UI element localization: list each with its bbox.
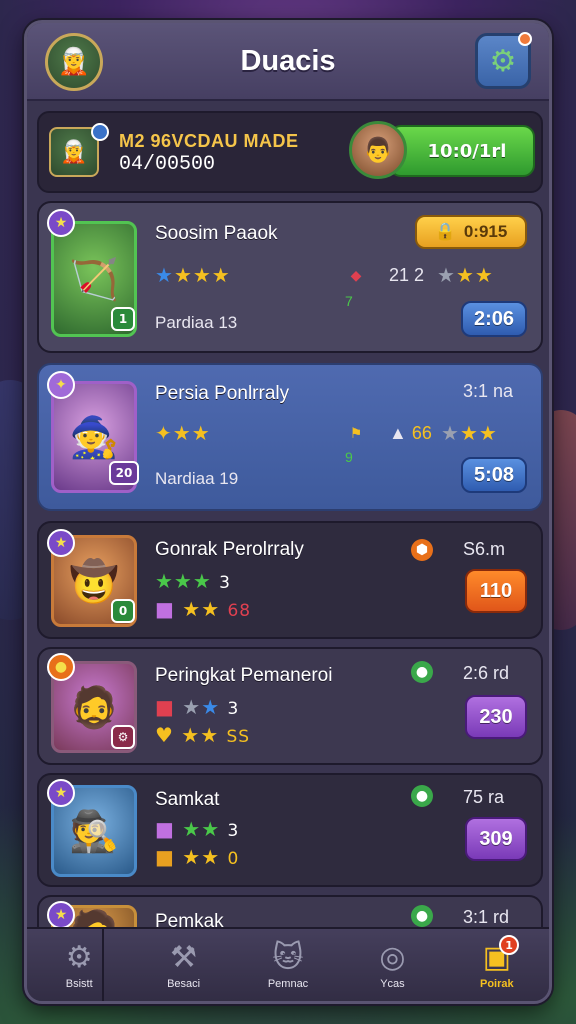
nav-label: Bsistt [65, 978, 93, 990]
character-name: Peringkat Pemaneroi [155, 665, 333, 686]
side-digit: 9 [345, 449, 353, 465]
progress-label: 10:0/1rl [427, 140, 507, 162]
avatar-icon: 🧝 [60, 139, 88, 165]
page-title: Duacis [240, 44, 336, 77]
loot-stats: ♥ ★★ SS [155, 723, 251, 747]
player-name: M2 96VCDAU MADE [119, 131, 299, 151]
reward-badge[interactable]: 🔒 0:915 [415, 215, 527, 249]
side-digit: 7 [345, 293, 353, 309]
notification-badge: 1 [499, 935, 520, 955]
score-label: 110 [479, 579, 513, 602]
knight-icon: 🤠 [69, 558, 119, 605]
player-level-badge [91, 123, 109, 141]
rank-time: 3:1 rd [463, 907, 510, 927]
character-name: Persia Ponlrraly [155, 383, 290, 404]
rank-meta: 21 2 [389, 265, 425, 285]
rogue-icon: 🕵 [69, 808, 119, 855]
rank-time: 2:6 rd [463, 663, 510, 683]
loot-stats: ■ ★★ 68 [155, 597, 252, 621]
circle-icon: ◎ [379, 940, 406, 975]
leaderboard-panel: 🧝 Duacis ⚙ 🧝 M2 96VCDAU MADE 04/00500 👨 … [24, 20, 552, 1004]
rank-badge-icon: ★ [47, 209, 75, 237]
character-subtitle: Pardiaa 13 [155, 313, 238, 332]
flag-icon: ⚑ [349, 426, 363, 442]
list-item[interactable]: 🧔 ● ⚙ Peringkat Pemaneroi ■ ★★ 3 ♥ ★★ SS… [37, 647, 543, 765]
nav-label: Pemnac [267, 978, 309, 990]
chat-icon: ● [411, 785, 433, 807]
rank-time: 3:1 na [463, 381, 514, 401]
character-subtitle: Nardiaa 19 [155, 469, 239, 488]
rating-stars: ■ ★★ 3 [155, 817, 240, 841]
nav-item-settings[interactable]: ⚙ Bsistt [27, 929, 131, 1001]
rank-badge-icon: ● [47, 653, 75, 681]
character-name: Gonrak Perolrraly [155, 539, 304, 560]
character-name: Soosim Paaok [155, 223, 278, 244]
level-badge-icon: 1 [111, 307, 135, 331]
bottom-navigation: ⚙ Bsistt ⚒ Besaci 🐱 Pemnac ◎ Ycas ▣ Poir… [27, 927, 549, 1001]
rating-stars: ★★★★ [155, 263, 231, 287]
score-label: 230 [479, 705, 513, 728]
list-item[interactable]: 🏹 ★ 1 Soosim Paaok ★★★★ Pardiaa 13 ◆ 7 2… [37, 201, 543, 353]
rating-stars: ★★★ 3 [155, 569, 231, 593]
header: 🧝 Duacis ⚙ [27, 23, 549, 101]
rank-badge-icon: ★ [47, 779, 75, 807]
chat-icon: ● [411, 905, 433, 927]
shield-icon: ⬢ [411, 539, 433, 561]
rank-time: 75 ra [463, 787, 505, 807]
score-button[interactable]: 110 [465, 569, 527, 613]
hammer-icon: ⚒ [170, 940, 198, 975]
list-item[interactable]: 🕵 ★ Samkat ■ ★★ 3 ■ ★★ 0 ● 75 ra 309 [37, 773, 543, 887]
reward-label: 0:915 [463, 222, 508, 241]
loot-stats: ■ ★★ 0 [155, 845, 240, 869]
avatar-icon: 👨 [363, 136, 393, 164]
gear-icon: ⚙ [65, 940, 93, 975]
profile-avatar[interactable]: 🧝 [45, 33, 103, 91]
level-badge: 20 [109, 461, 139, 485]
gem-icon: ◆ [350, 268, 362, 284]
rank-stars: ★★★ [441, 421, 498, 445]
settings-button[interactable]: ⚙ [475, 32, 532, 89]
rank-badge-icon: ★ [47, 529, 75, 557]
list-item[interactable]: 🤠 ★ 0 Gonrak Perolrraly ★★★ 3 ■ ★★ 68 ⬢ … [37, 521, 543, 639]
score-button[interactable]: 309 [465, 817, 527, 861]
archer-icon: 🏹 [69, 256, 119, 303]
wizard-icon: 🧙 [69, 414, 119, 461]
level-badge-icon: 0 [111, 599, 135, 623]
opponent-avatar[interactable]: 👨 [349, 121, 407, 179]
rank-badge-icon: ✦ [47, 371, 75, 399]
score-label: 309 [479, 827, 513, 850]
rating-stars: ■ ★★ 3 [155, 695, 240, 719]
nav-item-rewards[interactable]: ▣ Poirak 1 [445, 929, 549, 1001]
list-item[interactable]: 🧙 ✦ 20 Persia Ponlrraly ✦★★ Nardiaa 19 ⚑… [37, 363, 543, 511]
score-button[interactable]: 2:06 [461, 301, 527, 337]
nav-label: Ycas [380, 978, 405, 990]
rank-time: S6.m [463, 539, 506, 559]
notification-dot [518, 32, 532, 46]
rank-meta: ▲ 66 [389, 423, 432, 443]
score-label: 2:06 [473, 307, 515, 330]
player-summary: 🧝 M2 96VCDAU MADE 04/00500 👨 10:0/1rl [37, 111, 543, 193]
gear-icon: ⚙ [489, 43, 517, 79]
character-name: Samkat [155, 789, 220, 810]
nav-item-quests[interactable]: ◎ Ycas [340, 929, 444, 1001]
avatar-icon: 🧝 [57, 47, 91, 77]
nav-label: Poirak [480, 978, 514, 990]
nav-item-forge[interactable]: ⚒ Besaci [131, 929, 235, 1001]
cat-icon: 🐱 [272, 940, 304, 975]
nav-item-pets[interactable]: 🐱 Pemnac [236, 929, 340, 1001]
nav-label: Besaci [167, 978, 201, 990]
rank-stars: ★★★ [437, 263, 494, 287]
player-score: 04/00500 [119, 153, 216, 176]
score-label: 5:08 [473, 463, 515, 486]
chat-icon: ● [411, 661, 433, 683]
score-button[interactable]: 5:08 [461, 457, 527, 493]
rating-stars: ✦★★ [155, 421, 211, 445]
progress-button[interactable]: 10:0/1rl [389, 125, 535, 177]
score-button[interactable]: 230 [465, 695, 527, 739]
ranger-icon: 🧔 [69, 684, 119, 731]
lock-icon: 🔒 [434, 222, 456, 241]
level-badge-icon: ⚙ [111, 725, 135, 749]
rank-badge-icon: ★ [47, 901, 75, 929]
